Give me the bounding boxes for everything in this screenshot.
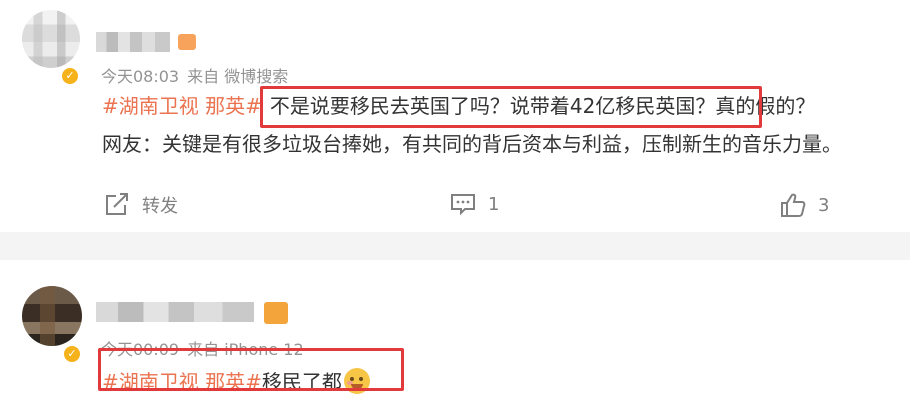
post-time: 今天08:03	[101, 67, 180, 86]
avatar[interactable]	[22, 286, 82, 346]
comment-count: 1	[488, 193, 500, 215]
like-count: 3	[818, 194, 830, 216]
verified-badge-icon: ✓	[60, 66, 80, 86]
hashtag-link[interactable]: #湖南卫视 那英#	[102, 94, 262, 118]
repost-button[interactable]: 转发	[104, 192, 178, 218]
highlight-box	[98, 348, 404, 391]
post-card: ✓ 今天00:09 来自 iPhone 12 #湖南卫视 那英#移民了都	[0, 260, 910, 409]
post-text-line-2: 网友：关键是有很多垃圾台捧她，有共同的背后资本与利益，压制新生的音乐力量。	[102, 132, 842, 156]
avatar[interactable]	[22, 10, 80, 68]
section-divider	[0, 232, 910, 260]
post-meta: 今天08:03 来自 微博搜索	[101, 63, 296, 87]
member-level-icon	[178, 34, 196, 50]
post-source: 来自 微博搜索	[187, 67, 289, 86]
verified-badge-icon: ✓	[62, 344, 82, 364]
username[interactable]	[96, 32, 170, 52]
repost-icon	[106, 193, 128, 215]
member-level-icon	[264, 302, 288, 324]
post-card: ✓ 今天08:03 来自 微博搜索 #湖南卫视 那英# 不是说要移民去英国了吗？说带…	[0, 0, 910, 232]
comment-icon	[451, 194, 475, 216]
comment-button[interactable]: 1	[450, 192, 499, 216]
like-icon	[781, 193, 806, 217]
username[interactable]	[96, 302, 254, 322]
highlight-box	[260, 86, 762, 128]
repost-label: 转发	[142, 196, 178, 217]
like-button[interactable]: 3	[780, 192, 829, 218]
